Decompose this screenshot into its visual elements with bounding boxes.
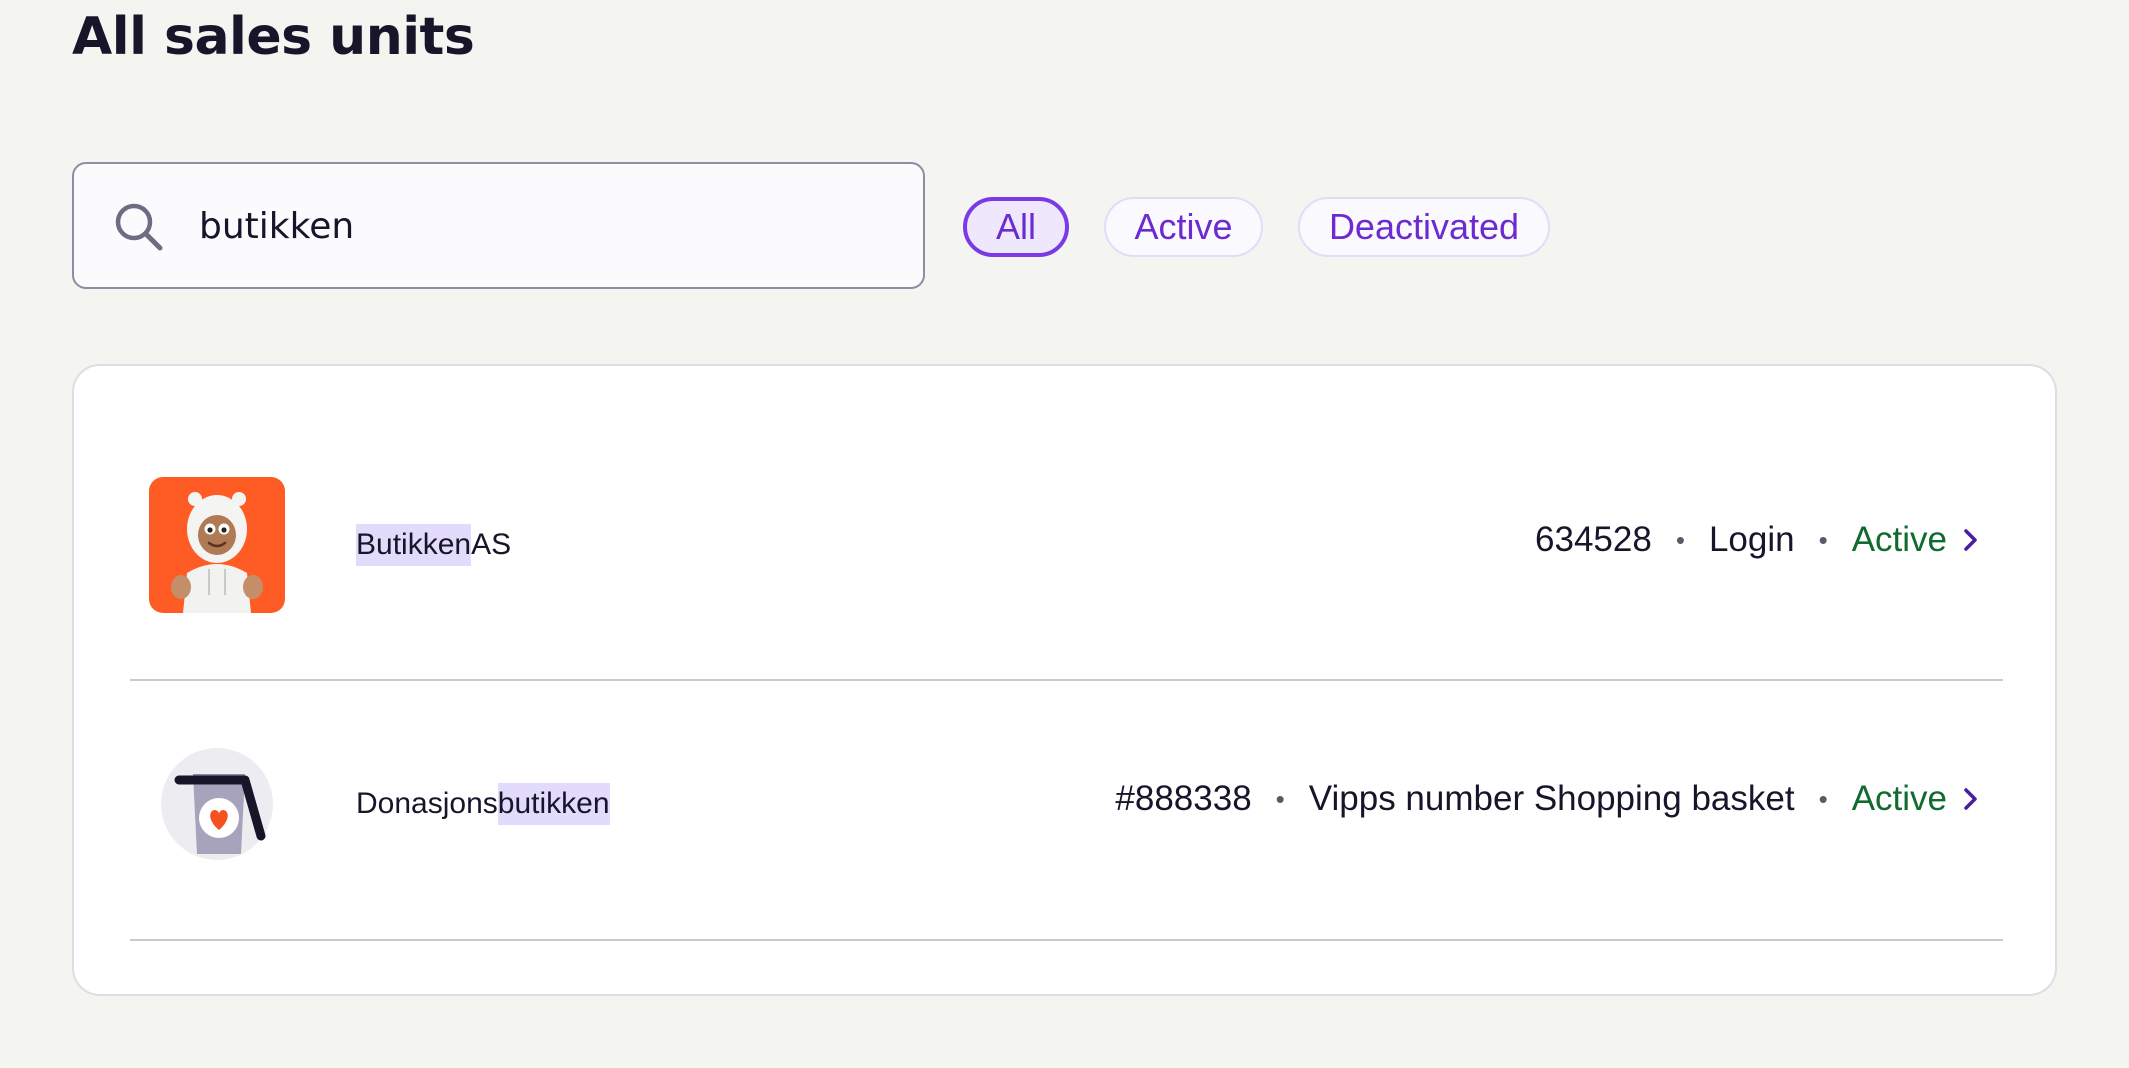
status-badge: Active <box>1851 520 1947 559</box>
unit-type: Login <box>1708 520 1795 559</box>
unit-name-prefix: Donasjons <box>356 787 498 820</box>
separator-dot: • <box>1818 524 1828 555</box>
unit-name-rest: AS <box>471 528 512 561</box>
search-box[interactable] <box>72 162 925 289</box>
unit-name: Donasjons butikken <box>356 783 610 825</box>
status-badge: Active <box>1851 779 1947 818</box>
separator-dot: • <box>1275 783 1285 814</box>
unit-name: Butikken AS <box>356 524 511 566</box>
unit-number: 634528 <box>1535 520 1652 559</box>
filter-deactivated-chip[interactable]: Deactivated <box>1298 197 1550 257</box>
filter-all-chip[interactable]: All <box>963 197 1069 257</box>
search-icon <box>115 203 163 251</box>
unit-name-highlight: butikken <box>497 783 610 825</box>
unit-name-highlight: Butikken <box>356 524 472 566</box>
list-item[interactable]: Butikken AS 634528 • Login • Active <box>130 420 2003 678</box>
donation-box-icon <box>161 748 273 860</box>
unit-number: #888338 <box>1115 779 1252 818</box>
list-item[interactable]: Donasjons butikken #888338 • Vipps number… <box>130 679 2003 937</box>
bear-mascot-icon <box>149 477 285 613</box>
separator-dot: • <box>1818 783 1828 814</box>
page-title: All sales units <box>72 7 475 67</box>
chevron-right-icon[interactable] <box>1961 527 1981 553</box>
divider <box>130 939 2003 941</box>
unit-meta: #888338 • Vipps number Shopping basket •… <box>1115 779 1981 819</box>
chevron-right-icon[interactable] <box>1961 786 1981 812</box>
filter-active-chip[interactable]: Active <box>1104 197 1263 257</box>
sales-units-list: Butikken AS 634528 • Login • Active Dona… <box>72 364 2057 996</box>
search-input[interactable] <box>199 192 889 260</box>
unit-type: Vipps number Shopping basket <box>1308 779 1795 818</box>
unit-meta: 634528 • Login • Active <box>1535 520 1981 560</box>
separator-dot: • <box>1675 524 1685 555</box>
